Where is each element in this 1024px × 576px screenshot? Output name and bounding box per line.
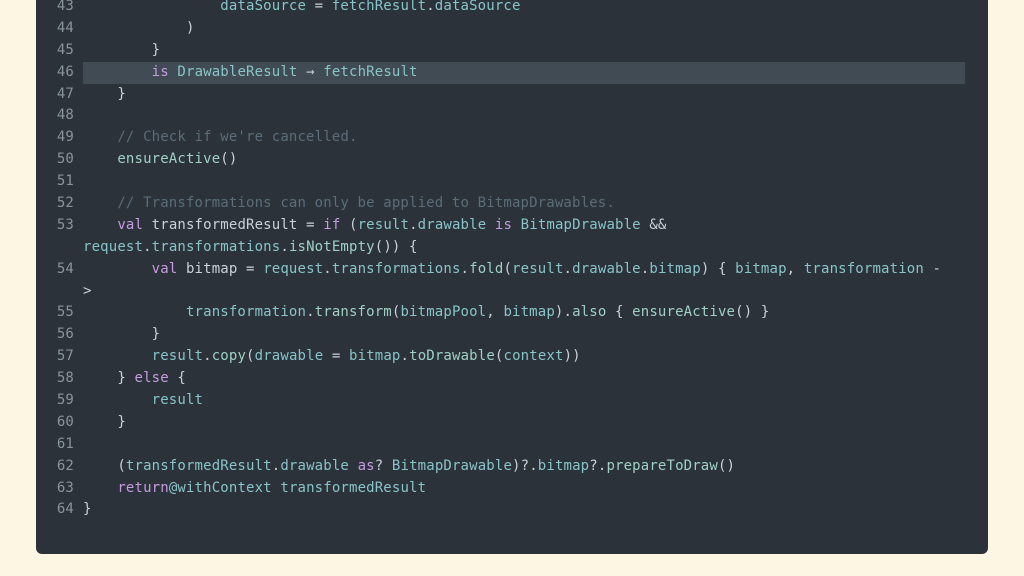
line-number: 64 xyxy=(56,501,74,518)
code-text: ensureActive() xyxy=(117,151,238,168)
line-number: 52 xyxy=(56,195,74,212)
line-number: 53 xyxy=(56,216,74,233)
code-line: 62 (transformedResult.drawable as? Bitma… xyxy=(36,456,988,478)
line-number: 47 xyxy=(56,85,74,102)
code-line: 60 } xyxy=(36,412,988,434)
line-number: 50 xyxy=(56,151,74,168)
code-line: 63 return@withContext transformedResult xyxy=(36,478,988,500)
code-text: (transformedResult.drawable as? BitmapDr… xyxy=(83,457,736,474)
code-line: 56 } xyxy=(36,324,988,346)
line-number: 49 xyxy=(56,129,74,146)
line-number: 54 xyxy=(56,260,74,277)
code-text: } xyxy=(83,85,126,102)
line-number: 57 xyxy=(56,348,74,365)
line-number: 61 xyxy=(56,435,74,452)
code-window: 43 dataSource = fetchResult.dataSource 44… xyxy=(36,0,988,554)
code-text: result.copy(drawable = bitmap.toDrawable… xyxy=(151,348,581,365)
code-line: 59 result xyxy=(36,390,988,412)
code-line: > xyxy=(36,281,988,303)
code-text: } xyxy=(83,501,92,518)
code-line: 58 } else { xyxy=(36,368,988,390)
line-number: 48 xyxy=(56,107,74,124)
code-line: 43 dataSource = fetchResult.dataSource xyxy=(36,0,988,18)
line-number: 55 xyxy=(56,304,74,321)
code-line: 51 xyxy=(36,171,988,193)
code-line: 44 ) xyxy=(36,18,988,40)
code-text: ) xyxy=(83,19,195,36)
code-line: 50 ensureActive() xyxy=(36,149,988,171)
code-line: 54 val bitmap = request.transformations.… xyxy=(36,259,988,281)
code-text: result xyxy=(151,392,204,409)
line-number: 51 xyxy=(56,173,74,190)
code-text: is DrawableResult → fetchResult xyxy=(151,63,418,80)
code-line: 46 is DrawableResult → fetchResult xyxy=(36,61,988,84)
code-text: val transformedResult = if (result.drawa… xyxy=(117,216,667,233)
code-text: transformation.transform(bitmapPool, bit… xyxy=(185,304,770,321)
line-number: 46 xyxy=(56,63,74,80)
code-text: > xyxy=(83,282,92,299)
code-line: 48 xyxy=(36,105,988,127)
line-number: 59 xyxy=(56,392,74,409)
line-number: 44 xyxy=(56,19,74,36)
code-line: 61 xyxy=(36,434,988,456)
code-line: 45 } xyxy=(36,40,988,62)
line-number: 58 xyxy=(56,370,74,387)
line-number: 56 xyxy=(56,326,74,343)
code-line: 47 } xyxy=(36,84,988,106)
code-line: 53 val transformedResult = if (result.dr… xyxy=(36,215,988,237)
line-number: 63 xyxy=(56,479,74,496)
code-text: request.transformations.isNotEmpty()) { xyxy=(83,238,418,255)
code-text: val bitmap = request.transformations.fol… xyxy=(151,260,942,277)
code-text: } xyxy=(83,326,161,343)
line-number: 60 xyxy=(56,413,74,430)
line-number: 43 xyxy=(56,0,74,14)
code-text: dataSource = fetchResult.dataSource xyxy=(220,0,521,14)
code-line: 49 // Check if we're cancelled. xyxy=(36,127,988,149)
code-text: } xyxy=(83,41,161,58)
code-text: } else { xyxy=(83,370,186,387)
line-number: 62 xyxy=(56,457,74,474)
code-line: 64} xyxy=(36,499,988,521)
code-line: 55 transformation.transform(bitmapPool, … xyxy=(36,302,988,324)
code-line: 52 // Transformations can only be applie… xyxy=(36,193,988,215)
code-text: // Check if we're cancelled. xyxy=(117,129,358,146)
code-text: // Transformations can only be applied t… xyxy=(117,195,615,212)
code-editor: 43 dataSource = fetchResult.dataSource 44… xyxy=(36,0,988,521)
code-line: 57 result.copy(drawable = bitmap.toDrawa… xyxy=(36,346,988,368)
line-number: 45 xyxy=(56,41,74,58)
code-line: request.transformations.isNotEmpty()) { xyxy=(36,237,988,259)
code-text: } xyxy=(83,413,126,430)
code-text: return@withContext transformedResult xyxy=(117,479,427,496)
